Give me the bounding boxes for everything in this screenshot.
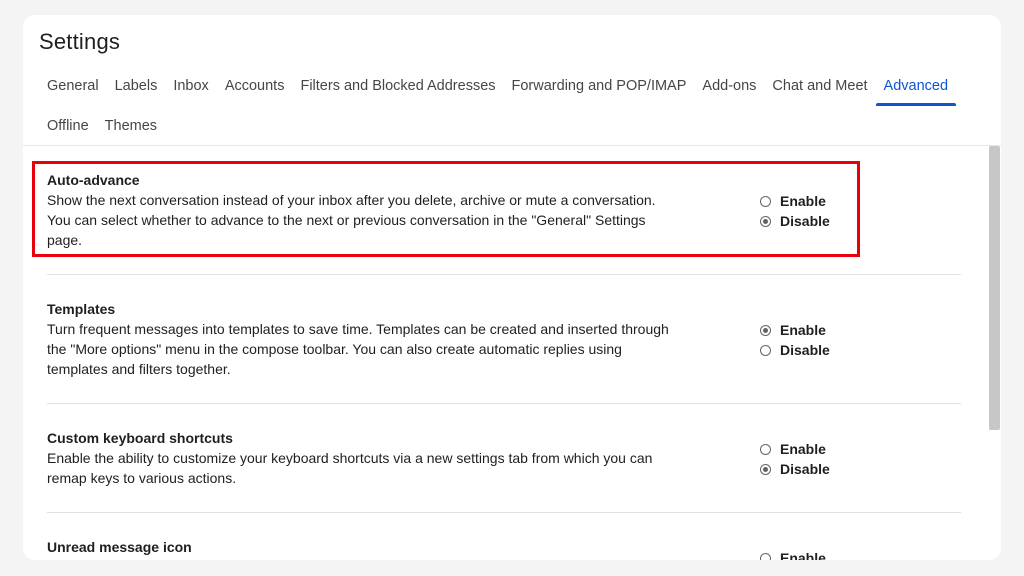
settings-content: Auto-advance Show the next conversation …: [23, 146, 1001, 560]
enable-option[interactable]: Enable: [760, 548, 826, 560]
radio-group: Enable Disable: [760, 439, 830, 479]
enable-label: Enable: [780, 550, 826, 560]
tab-chat-meet[interactable]: Chat and Meet: [764, 69, 875, 100]
tab-labels[interactable]: Labels: [107, 69, 166, 100]
tab-offline[interactable]: Offline: [39, 109, 97, 140]
disable-label: Disable: [780, 213, 830, 229]
tab-inbox[interactable]: Inbox: [165, 69, 216, 100]
setting-description: Enable the ability to customize your key…: [47, 450, 653, 486]
enable-option[interactable]: Enable: [760, 320, 830, 340]
radio-icon[interactable]: [760, 195, 771, 207]
setting-auto-advance: Auto-advance Show the next conversation …: [47, 172, 961, 275]
radio-checked-icon[interactable]: [760, 463, 771, 475]
tab-addons[interactable]: Add-ons: [694, 69, 764, 100]
radio-icon[interactable]: [760, 552, 771, 560]
page-title: Settings: [39, 29, 121, 54]
disable-label: Disable: [780, 461, 830, 477]
setting-unread-icon: Unread message icon Enable: [47, 539, 961, 560]
setting-title: Auto-advance: [47, 172, 140, 188]
tab-general[interactable]: General: [39, 69, 107, 100]
enable-option[interactable]: Enable: [760, 439, 830, 459]
disable-option[interactable]: Disable: [760, 459, 830, 479]
enable-option[interactable]: Enable: [760, 191, 830, 211]
setting-description: Turn frequent messages into templates to…: [47, 321, 669, 377]
setting-title: Templates: [47, 301, 116, 317]
tab-filters[interactable]: Filters and Blocked Addresses: [292, 69, 503, 100]
disable-option[interactable]: Disable: [760, 211, 830, 231]
radio-checked-icon[interactable]: [760, 215, 771, 227]
tab-advanced[interactable]: Advanced: [875, 69, 957, 106]
radio-group: Enable Disable: [760, 320, 830, 360]
enable-label: Enable: [780, 441, 826, 457]
settings-panel: Settings General Labels Inbox Accounts F…: [23, 15, 1001, 560]
radio-icon[interactable]: [760, 344, 771, 356]
radio-group: Enable: [760, 548, 826, 560]
setting-description: Show the next conversation instead of yo…: [47, 192, 656, 248]
settings-tabs: General Labels Inbox Accounts Filters an…: [39, 69, 989, 140]
enable-label: Enable: [780, 322, 826, 338]
scrollbar-thumb[interactable]: [989, 146, 1000, 430]
setting-keyboard-shortcuts: Custom keyboard shortcuts Enable the abi…: [47, 430, 961, 513]
tab-forwarding[interactable]: Forwarding and POP/IMAP: [504, 69, 695, 100]
disable-label: Disable: [780, 342, 830, 358]
tab-themes[interactable]: Themes: [97, 109, 165, 140]
radio-checked-icon[interactable]: [760, 324, 771, 336]
enable-label: Enable: [780, 193, 826, 209]
setting-templates: Templates Turn frequent messages into te…: [47, 301, 961, 404]
disable-option[interactable]: Disable: [760, 340, 830, 360]
radio-group: Enable Disable: [760, 191, 830, 231]
radio-icon[interactable]: [760, 443, 771, 455]
tab-accounts[interactable]: Accounts: [217, 69, 293, 100]
